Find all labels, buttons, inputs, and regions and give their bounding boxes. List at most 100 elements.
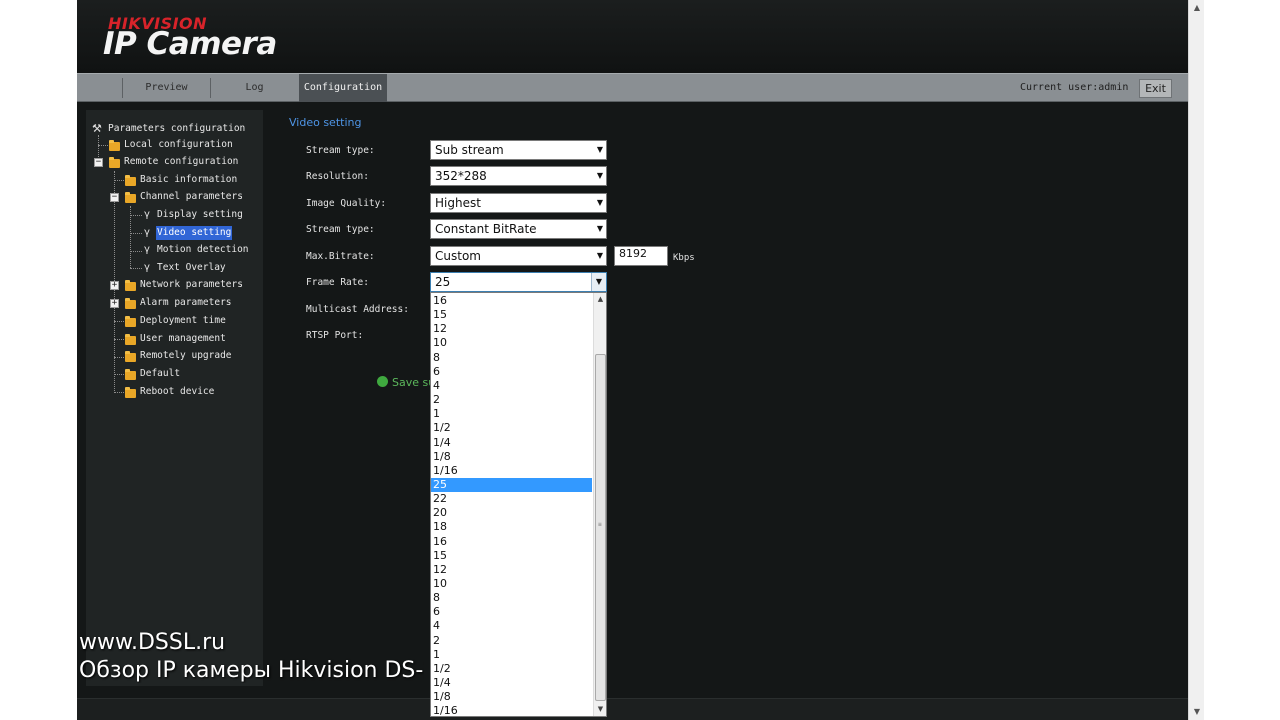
dropdown-option[interactable]: 8 xyxy=(431,351,592,365)
tab-log[interactable]: Log xyxy=(211,74,298,102)
dropdown-option[interactable]: 10 xyxy=(431,336,592,350)
dropdown-option[interactable]: 1/8 xyxy=(431,690,592,704)
tree-item-user-management[interactable]: User management xyxy=(140,332,226,346)
dropdown-arrow-icon: ▼ xyxy=(596,171,603,180)
tree-item-label: Remotely upgrade xyxy=(140,350,232,361)
tree-item-label: Parameters configuration xyxy=(108,123,246,134)
image-quality-select[interactable]: Highest ▼ xyxy=(430,193,607,213)
collapse-icon[interactable]: − xyxy=(94,158,103,167)
tree-item-text-overlay[interactable]: Text Overlay xyxy=(157,261,226,275)
collapse-icon[interactable]: − xyxy=(110,193,119,202)
dropdown-option[interactable]: 1/2 xyxy=(431,421,592,435)
max-bitrate-select[interactable]: Custom ▼ xyxy=(430,246,607,266)
stream-type-label: Stream type: xyxy=(306,145,375,156)
folder-icon xyxy=(125,298,136,309)
select-value: Constant BitRate xyxy=(435,222,537,236)
settings-tools-icon: ⚒ xyxy=(92,122,102,135)
dropdown-option[interactable]: 1 xyxy=(431,648,592,662)
tree-item-local-configuration[interactable]: Local configuration xyxy=(124,138,233,152)
scroll-up-icon[interactable]: ▲ xyxy=(1189,0,1205,16)
expand-icon[interactable]: + xyxy=(110,299,119,308)
config-tree: ⚒ Parameters configuration Local configu… xyxy=(86,110,263,686)
tree-item-label: Remote configuration xyxy=(124,156,239,167)
tree-item-network-parameters[interactable]: Network parameters xyxy=(140,278,243,292)
main-nav: Preview Log Configuration Current user:a… xyxy=(77,73,1188,102)
tree-item-channel-parameters[interactable]: Channel parameters xyxy=(140,190,243,204)
folder-icon xyxy=(125,280,136,291)
dropdown-arrow-icon: ▼ xyxy=(596,251,603,260)
grip-icon: ≡ xyxy=(598,521,602,528)
folder-icon xyxy=(125,192,136,203)
dropdown-arrow-icon[interactable]: ▼ xyxy=(591,273,606,291)
camera-web-app: HIKVISION IP Camera Preview Log Configur… xyxy=(77,0,1188,720)
exit-button[interactable]: Exit xyxy=(1139,79,1172,98)
dropdown-option[interactable]: 4 xyxy=(431,379,592,393)
dropdown-option[interactable]: 16 xyxy=(431,294,592,308)
tree-item-label: Default xyxy=(140,368,181,379)
dropdown-option[interactable]: 1/8 xyxy=(431,450,592,464)
dropdown-option[interactable]: 16 xyxy=(431,535,592,549)
dropdown-option[interactable]: 6 xyxy=(431,365,592,379)
tree-item-label: User management xyxy=(140,333,226,344)
dropdown-option[interactable]: 12 xyxy=(431,322,592,336)
tree-item-basic-information[interactable]: Basic information xyxy=(140,173,237,187)
dropdown-arrow-icon: ▼ xyxy=(596,145,603,154)
tree-item-video-setting[interactable]: Video setting xyxy=(156,226,233,240)
folder-icon xyxy=(125,316,136,327)
bitrate-type-label: Stream type: xyxy=(306,224,375,235)
save-status-text: Save su xyxy=(392,376,436,389)
dropdown-option[interactable]: 2 xyxy=(431,393,592,407)
dropdown-option[interactable]: 1/2 xyxy=(431,662,592,676)
tree-item-reboot-device[interactable]: Reboot device xyxy=(140,385,214,399)
dropdown-option[interactable]: 15 xyxy=(431,549,592,563)
select-value: 352*288 xyxy=(435,169,487,183)
dropdown-option[interactable]: 20 xyxy=(431,506,592,520)
dropdown-option[interactable]: 18 xyxy=(431,520,592,534)
scroll-thumb[interactable]: ≡ xyxy=(595,354,606,701)
frame-rate-label: Frame Rate: xyxy=(306,277,369,288)
scroll-down-icon[interactable]: ▼ xyxy=(1189,704,1205,720)
dropdown-scrollbar[interactable]: ▲ ≡ ▼ xyxy=(593,293,606,716)
dropdown-option[interactable]: 22 xyxy=(431,492,592,506)
tree-item-motion-detection[interactable]: Motion detection xyxy=(157,243,249,257)
expand-icon[interactable]: + xyxy=(110,281,119,290)
dropdown-option[interactable]: 10 xyxy=(431,577,592,591)
stream-type-select[interactable]: Sub stream ▼ xyxy=(430,140,607,160)
tree-item-display-setting[interactable]: Display setting xyxy=(157,208,243,222)
dropdown-option[interactable]: 6 xyxy=(431,605,592,619)
tree-item-remotely-upgrade[interactable]: Remotely upgrade xyxy=(140,349,232,363)
tab-configuration[interactable]: Configuration xyxy=(299,74,387,102)
dropdown-option[interactable]: 4 xyxy=(431,619,592,633)
dropdown-option[interactable]: 25 xyxy=(431,477,592,492)
dropdown-option[interactable]: 1/16 xyxy=(431,704,592,716)
dropdown-option[interactable]: 1/4 xyxy=(431,676,592,690)
folder-icon xyxy=(125,387,136,398)
bitrate-input[interactable]: 8192 xyxy=(614,246,668,266)
watermark-caption: Обзор IP камеры Hikvision DS-2C xyxy=(79,658,424,683)
tab-preview[interactable]: Preview xyxy=(123,74,210,102)
frame-rate-select[interactable]: 25 ▼ xyxy=(430,272,607,292)
current-user-label: Current user:admin xyxy=(1020,82,1129,93)
folder-icon xyxy=(109,157,120,168)
dropdown-option[interactable]: 12 xyxy=(431,563,592,577)
multicast-address-label: Multicast Address: xyxy=(306,304,409,315)
scroll-down-icon[interactable]: ▼ xyxy=(594,703,606,716)
tree-item-deployment-time[interactable]: Deployment time xyxy=(140,314,226,328)
page-scrollbar[interactable]: ▲ ▼ xyxy=(1188,0,1204,720)
resolution-select[interactable]: 352*288 ▼ xyxy=(430,166,607,186)
tree-connector xyxy=(130,233,142,234)
tree-item-alarm-parameters[interactable]: Alarm parameters xyxy=(140,296,232,310)
dropdown-option[interactable]: 1 xyxy=(431,407,592,421)
frame-rate-dropdown-list[interactable]: 16 15 12 10 8 6 4 2 1 1/2 1/4 1/8 1/16 25 22 20 18 16 15 12… xyxy=(430,292,607,717)
dropdown-option[interactable]: 1/4 xyxy=(431,436,592,450)
tree-item-default[interactable]: Default xyxy=(140,367,180,381)
dropdown-option[interactable]: 2 xyxy=(431,634,592,648)
dropdown-option[interactable]: 15 xyxy=(431,308,592,322)
scroll-up-icon[interactable]: ▲ xyxy=(594,293,606,306)
dropdown-option[interactable]: 1/16 xyxy=(431,464,592,478)
tree-item-remote-configuration[interactable]: Remote configuration xyxy=(124,155,238,169)
bitrate-type-select[interactable]: Constant BitRate ▼ xyxy=(430,219,607,239)
tree-item-parameters-configuration[interactable]: Parameters configuration xyxy=(108,122,245,136)
dropdown-option[interactable]: 8 xyxy=(431,591,592,605)
resolution-label: Resolution: xyxy=(306,171,369,182)
